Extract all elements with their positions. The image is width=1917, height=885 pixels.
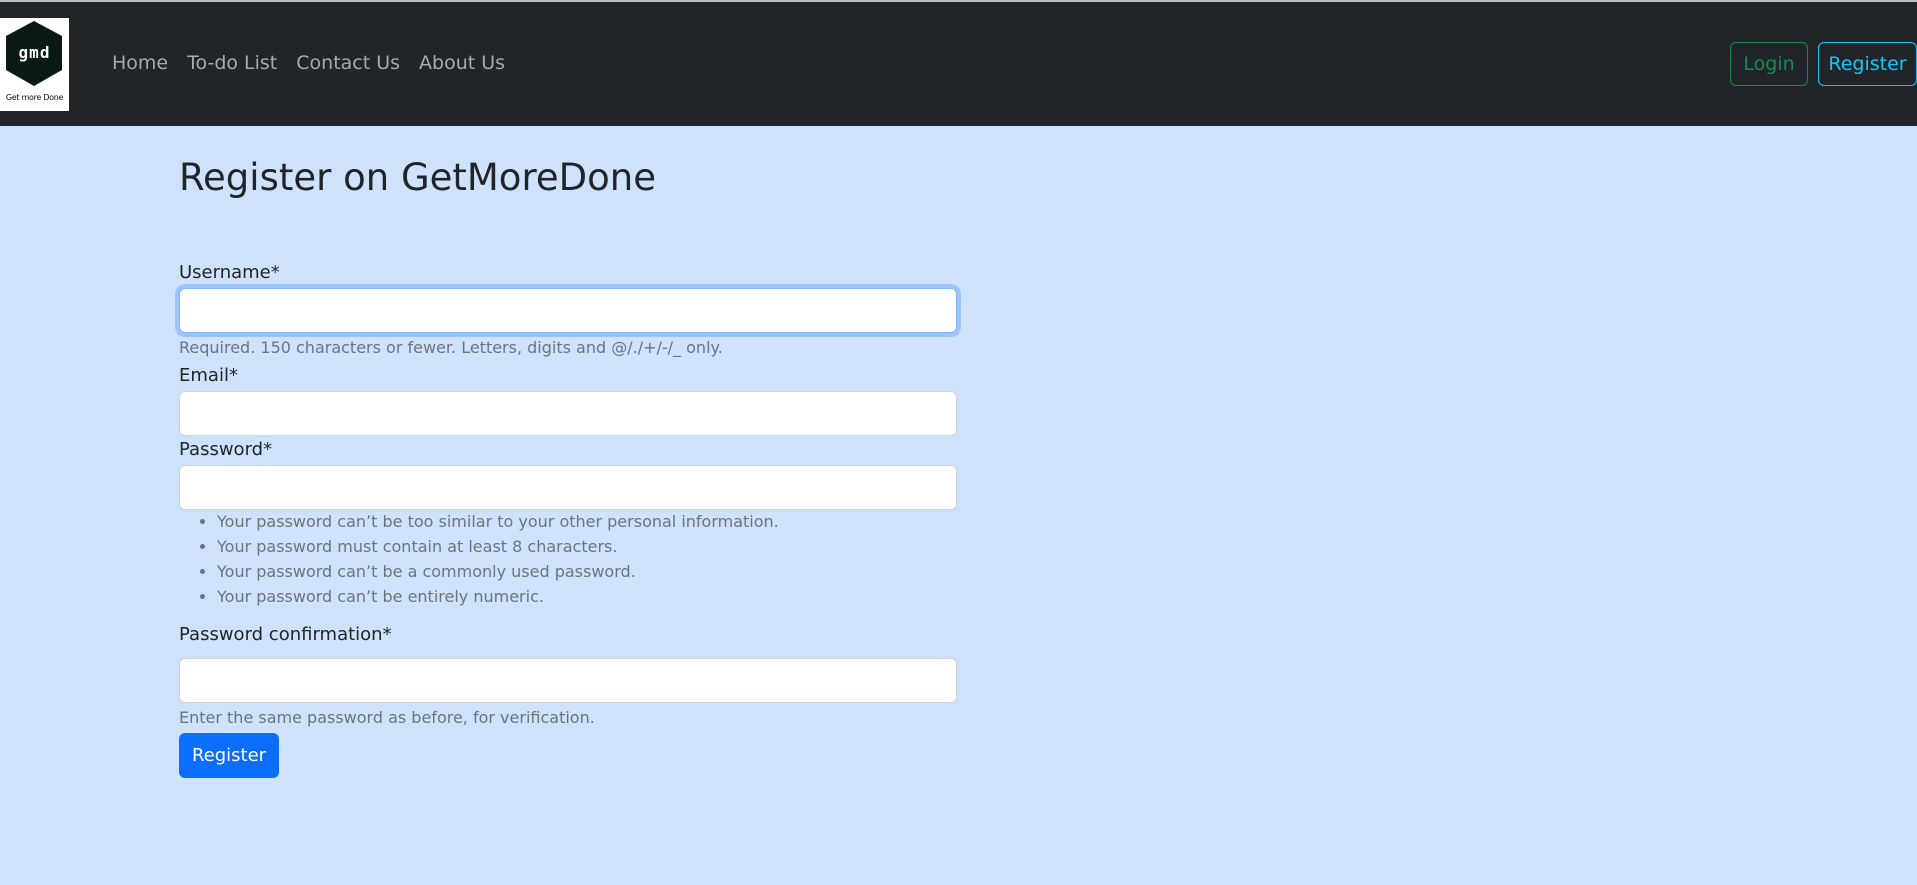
- username-input[interactable]: [179, 288, 957, 333]
- password-label: Password*: [179, 439, 273, 460]
- password-confirmation-label: Password confirmation*: [179, 624, 392, 645]
- navbar: gmd Get more Done Home To-do List Contac…: [0, 2, 1917, 126]
- brand-logo[interactable]: gmd Get more Done: [0, 18, 69, 111]
- password-confirmation-input[interactable]: [179, 658, 957, 703]
- nav-link-about-us[interactable]: About Us: [419, 52, 505, 74]
- register-submit-button[interactable]: Register: [179, 733, 279, 778]
- nav-link-contact-us[interactable]: Contact Us: [296, 52, 400, 74]
- password-rule: Your password must contain at least 8 ch…: [217, 534, 779, 559]
- nav-link-todo-list[interactable]: To-do List: [187, 52, 277, 74]
- password-rules-list: Your password can’t be too similar to yo…: [179, 509, 779, 609]
- logo-caption: Get more Done: [5, 93, 64, 102]
- page-title: Register on GetMoreDone: [179, 156, 656, 199]
- password-input[interactable]: [179, 465, 957, 510]
- password-rule: Your password can’t be a commonly used p…: [217, 559, 779, 584]
- username-label: Username*: [179, 262, 280, 283]
- username-help-text: Required. 150 characters or fewer. Lette…: [179, 338, 723, 357]
- nav-links: Home To-do List Contact Us About Us: [112, 52, 505, 74]
- email-input[interactable]: [179, 391, 957, 436]
- password-rule: Your password can’t be entirely numeric.: [217, 584, 779, 609]
- email-label: Email*: [179, 365, 238, 386]
- password-confirmation-help-text: Enter the same password as before, for v…: [179, 708, 595, 727]
- nav-link-home[interactable]: Home: [112, 52, 168, 74]
- logo-text: gmd: [18, 43, 51, 62]
- login-button[interactable]: Login: [1730, 42, 1808, 86]
- password-rule: Your password can’t be too similar to yo…: [217, 509, 779, 534]
- nav-register-button[interactable]: Register: [1818, 42, 1917, 86]
